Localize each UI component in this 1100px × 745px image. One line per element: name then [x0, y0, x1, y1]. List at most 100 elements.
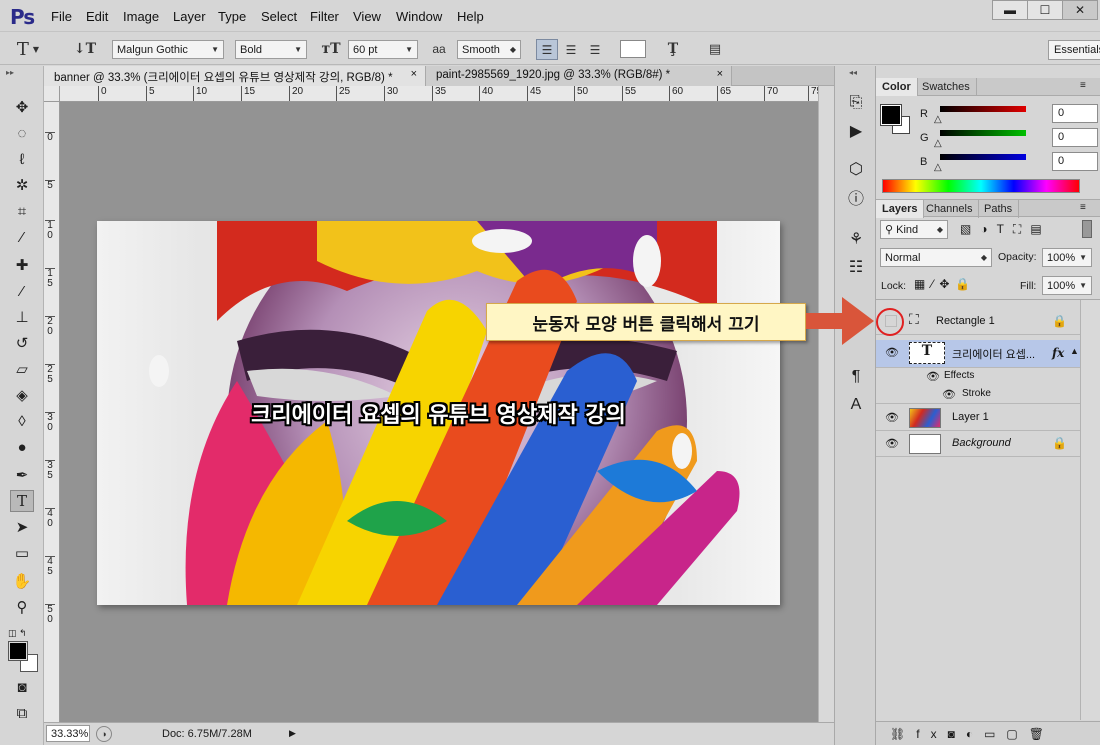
foreground-color-swatch[interactable] [8, 641, 28, 661]
quick-select-tool-icon[interactable]: ✲ [10, 174, 34, 196]
filter-kind-select[interactable]: ⚲ Kind ◆ [880, 220, 948, 239]
status-arrow-icon[interactable]: ▶ [289, 728, 296, 739]
green-value-input[interactable]: 0 [1052, 128, 1098, 147]
filter-toggle[interactable] [1082, 220, 1092, 238]
blue-gradient-slider[interactable] [940, 154, 1026, 160]
fill-input[interactable]: 100% ▼ [1042, 276, 1092, 295]
menu-layer[interactable]: Layer [173, 9, 206, 24]
actions-panel-icon[interactable]: ▶ [843, 120, 869, 142]
horizontal-ruler[interactable]: 0 5 10 15 20 25 30 35 40 45 50 55 60 65 … [60, 86, 818, 102]
collapse-panels-icon[interactable]: ◂◂ [849, 68, 857, 77]
eye-icon[interactable]: 👁 [885, 411, 899, 424]
vertical-ruler[interactable]: 0 5 1 0 1 5 2 0 2 5 3 0 3 5 4 0 4 5 5 0 [44, 102, 60, 722]
layer-1[interactable]: 👁 Layer 1 [876, 405, 1080, 431]
menu-file[interactable]: File [51, 9, 72, 24]
brush-tool-icon[interactable]: ⁄ [10, 280, 34, 302]
menu-edit[interactable]: Edit [86, 9, 108, 24]
history-brush-tool-icon[interactable]: ↺ [10, 332, 34, 354]
workspace-select[interactable]: Essentials [1048, 40, 1100, 60]
document-image[interactable]: 크리에이터 요셉의 유튜브 영상제작 강의 [97, 221, 780, 605]
opacity-input[interactable]: 100% ▼ [1042, 248, 1092, 267]
type-tool-icon[interactable]: T [10, 490, 34, 512]
menu-filter[interactable]: Filter [310, 9, 339, 24]
info-panel-icon[interactable]: ⓘ [843, 186, 869, 208]
marquee-tool-icon[interactable]: ◌ [10, 122, 34, 144]
blue-value-input[interactable]: 0 [1052, 152, 1098, 171]
font-size-select[interactable]: 60 pt ▼ [348, 40, 418, 59]
dodge-tool-icon[interactable]: ● [10, 436, 34, 458]
pen-tool-icon[interactable]: ✒ [10, 464, 34, 486]
menu-select[interactable]: Select [261, 9, 297, 24]
hand-tool-icon[interactable]: ✋ [10, 570, 34, 592]
slider-thumb-icon[interactable]: △ [934, 114, 942, 125]
red-gradient-slider[interactable] [940, 106, 1026, 112]
ruler-corner[interactable] [44, 86, 60, 102]
green-gradient-slider[interactable] [940, 130, 1026, 136]
antialias-select[interactable]: Smooth ◆ [457, 40, 521, 59]
tab-channels[interactable]: Channels [920, 200, 980, 218]
character-panel-icon[interactable]: ▤ [704, 39, 726, 59]
tab-paths[interactable]: Paths [978, 200, 1020, 218]
panel-menu-icon[interactable]: ≡ [1080, 80, 1086, 91]
eye-icon[interactable]: 👁 [926, 370, 940, 383]
default-colors-icon[interactable]: ◫ ↰ [8, 628, 27, 639]
menu-help[interactable]: Help [457, 9, 484, 24]
menu-image[interactable]: Image [123, 9, 159, 24]
text-orientation-icon[interactable]: ↓T [74, 39, 96, 59]
align-right-icon[interactable]: ☰ [584, 39, 606, 60]
status-info-icon[interactable]: ◑ [96, 726, 112, 742]
paint-bucket-tool-icon[interactable]: ◈ [10, 384, 34, 406]
text-color-swatch[interactable] [620, 40, 646, 58]
effects-row[interactable]: 👁 Effects [876, 368, 1080, 386]
align-center-icon[interactable]: ☰ [560, 39, 582, 60]
close-button[interactable]: ✕ [1062, 0, 1098, 20]
slider-thumb-icon[interactable]: △ [934, 162, 942, 173]
3d-panel-icon[interactable]: ⬡ [843, 158, 869, 180]
tab-banner[interactable]: banner @ 33.3% (크리에이터 요셉의 유튜브 영상제작 강의, R… [44, 66, 426, 86]
eyedropper-tool-icon[interactable]: ⁄ [10, 226, 34, 248]
maximize-button[interactable]: ☐ [1027, 0, 1063, 20]
align-left-icon[interactable]: ☰ [536, 39, 558, 60]
collapse-toolbox-icon[interactable]: ▸▸ [6, 68, 14, 77]
color-spectrum-bar[interactable] [882, 179, 1080, 193]
warp-text-icon[interactable]: Ţ [662, 39, 684, 59]
tab-swatches[interactable]: Swatches [916, 78, 977, 96]
tab-layers[interactable]: Layers [876, 200, 925, 218]
history-panel-icon[interactable]: ⎘ [843, 92, 869, 114]
tab-color[interactable]: Color [876, 78, 918, 96]
stroke-effect-row[interactable]: 👁 Stroke [876, 386, 1080, 404]
layer-rectangle-1[interactable]: ⛶ Rectangle 1 🔒 [876, 309, 1080, 335]
layer-filter-icons[interactable]: ▧◑T⛶▤ [960, 222, 1051, 237]
eraser-tool-icon[interactable]: ▱ [10, 358, 34, 380]
brush-presets-icon[interactable]: ⚘ [843, 228, 869, 250]
layers-footer-icons[interactable]: ⛓fx◙◐▭▢🗑 [876, 721, 1100, 745]
font-family-select[interactable]: Malgun Gothic ▼ [112, 40, 224, 59]
lasso-tool-icon[interactable]: ℓ [10, 148, 34, 170]
blur-tool-icon[interactable]: ◊ [10, 410, 34, 432]
font-style-select[interactable]: Bold ▼ [235, 40, 307, 59]
quick-mask-icon[interactable]: ◙ [10, 676, 34, 698]
eye-icon[interactable]: 👁 [885, 437, 899, 450]
stamp-tool-icon[interactable]: ⊥ [10, 306, 34, 328]
path-select-tool-icon[interactable]: ➤ [10, 516, 34, 538]
slider-thumb-icon[interactable]: △ [934, 138, 942, 149]
close-icon[interactable]: × [411, 68, 417, 80]
menu-type[interactable]: Type [218, 9, 246, 24]
type-tool-preset-icon[interactable]: T ▼ [8, 39, 48, 60]
layer-text[interactable]: 👁 T 크리에이터 요셉... fx ▲ [876, 340, 1080, 368]
collapse-effects-icon[interactable]: ▲ [1070, 346, 1079, 356]
layers-scrollbar[interactable] [1080, 300, 1100, 720]
menu-view[interactable]: View [353, 9, 381, 24]
red-value-input[interactable]: 0 [1052, 104, 1098, 123]
crop-tool-icon[interactable]: ⌗ [10, 200, 34, 222]
minimize-button[interactable]: ▬ [992, 0, 1028, 20]
vertical-scrollbar[interactable] [818, 86, 834, 722]
tab-paint[interactable]: paint-2985569_1920.jpg @ 33.3% (RGB/8#) … [426, 66, 732, 86]
zoom-field[interactable]: 33.33% [46, 725, 90, 742]
adjustments-panel-icon[interactable]: ☷ [843, 256, 869, 278]
fx-icon[interactable]: fx [1052, 346, 1064, 360]
eye-icon[interactable]: 👁 [942, 388, 956, 401]
menu-window[interactable]: Window [396, 9, 442, 24]
paragraph-panel-icon[interactable]: ¶ [843, 366, 869, 388]
blend-mode-select[interactable]: Normal ◆ [880, 248, 992, 267]
